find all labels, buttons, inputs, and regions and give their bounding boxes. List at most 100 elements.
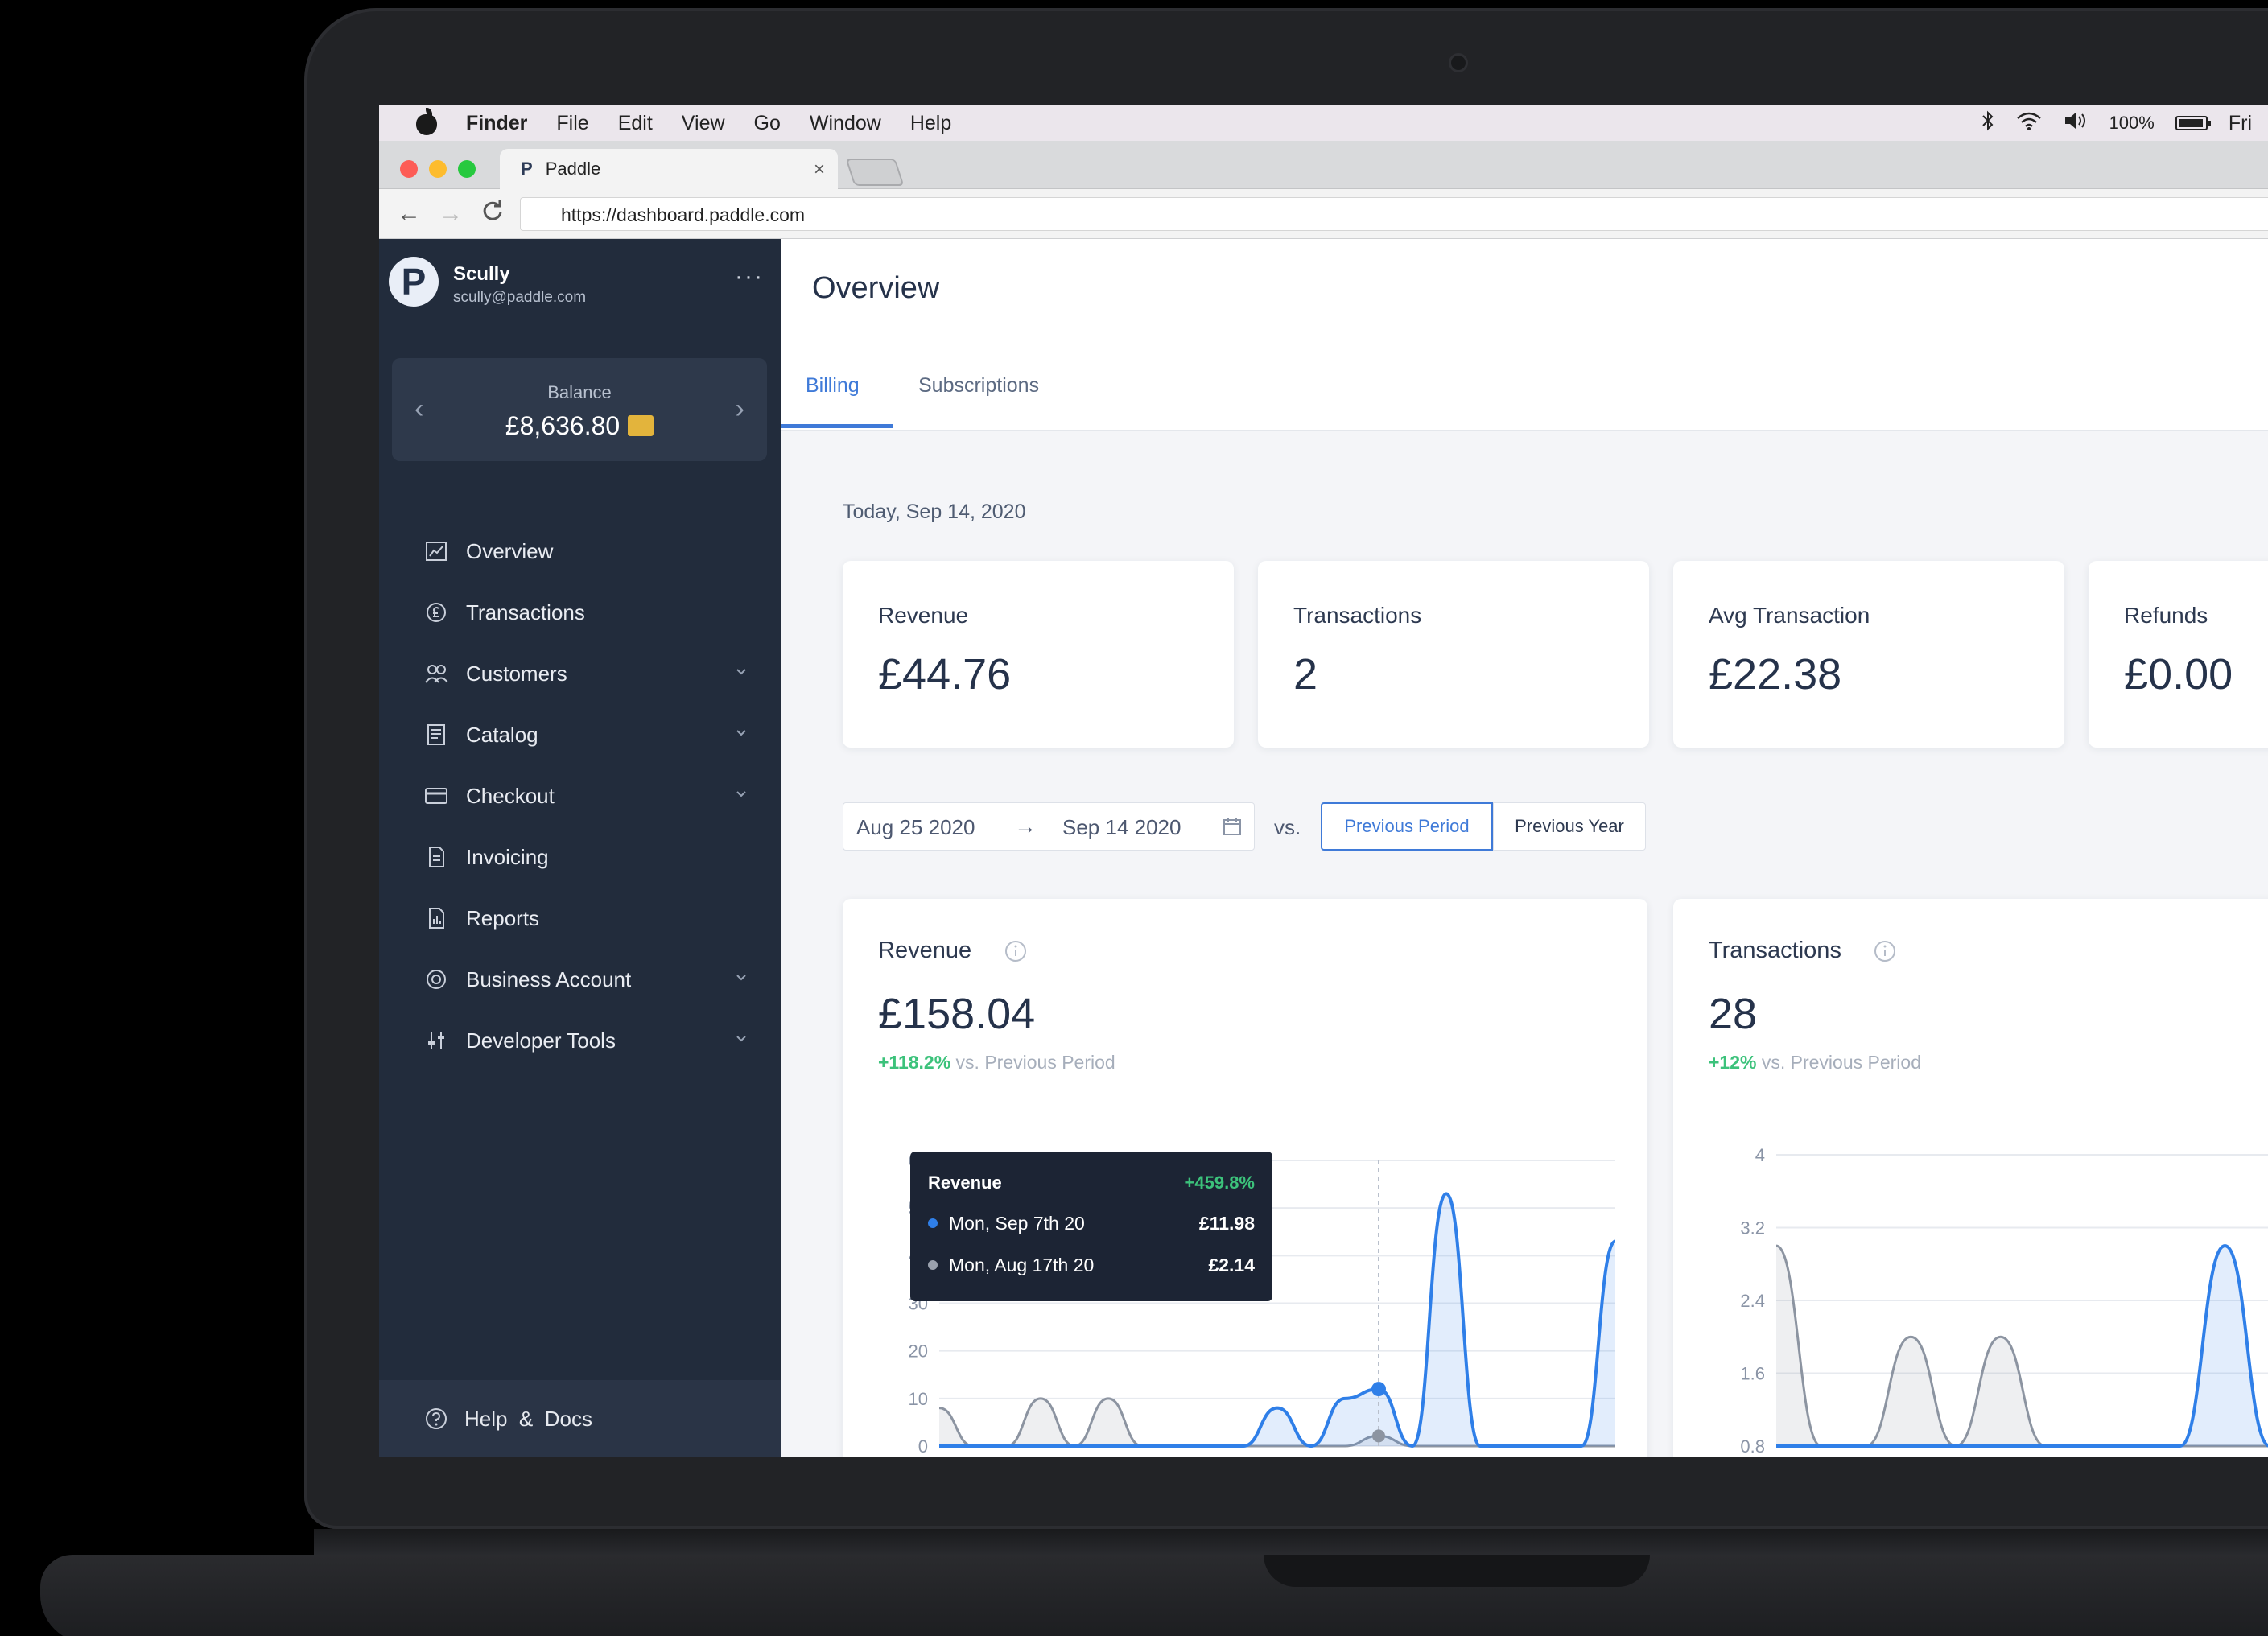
help-docs-link[interactable]: Help & Docs	[379, 1380, 781, 1457]
window-zoom-button[interactable]	[458, 160, 476, 178]
sidebar-item-catalog[interactable]: Catalog	[379, 704, 781, 765]
browser-tab[interactable]: P Paddle ×	[500, 149, 838, 189]
tooltip-row-label: Mon, Aug 17th 20	[949, 1255, 1095, 1275]
balance-next-icon[interactable]: ›	[736, 394, 744, 425]
today-date: Today, Sep 14, 2020	[843, 501, 1026, 523]
camera	[1449, 53, 1468, 72]
tooltip-change: +459.8%	[1184, 1172, 1255, 1193]
sidebar-item-label: Invoicing	[466, 844, 549, 869]
date-range-picker[interactable]: Aug 25 2020 → Sep 14 2020	[843, 802, 1255, 851]
tooltip-row-value: £2.14	[1208, 1255, 1255, 1275]
invoice-icon	[424, 845, 448, 869]
more-options-icon[interactable]: ···	[735, 263, 764, 291]
window-close-button[interactable]	[400, 160, 418, 178]
previous-period-button[interactable]: Previous Period	[1321, 802, 1493, 851]
account-email: scully@paddle.com	[453, 289, 587, 306]
chevron-down-icon	[733, 1028, 749, 1053]
paddle-logo: P	[389, 257, 439, 307]
stat-value: £44.76	[878, 650, 1012, 698]
menu-item-help[interactable]: Help	[910, 112, 951, 135]
report-icon	[424, 906, 448, 930]
y-tick-label: 20	[909, 1341, 928, 1362]
stat-value: £22.38	[1709, 650, 1842, 698]
stat-label: Revenue	[878, 603, 969, 628]
menu-item-view[interactable]: View	[682, 112, 725, 135]
stat-label: Transactions	[1293, 603, 1422, 628]
account-header[interactable]: P Scully scully@paddle.com ···	[379, 239, 781, 336]
y-tick-label: 0	[918, 1436, 928, 1457]
chevron-down-icon	[733, 722, 749, 747]
browser-toolbar: ← → https://dashboard.paddle.com	[379, 189, 2268, 239]
sidebar-nav: Overview Transactions Customers Catalog …	[379, 521, 781, 1071]
stat-card-refunds: Refunds £0.00	[2089, 561, 2268, 748]
chevron-down-icon	[733, 966, 749, 991]
catalog-icon	[424, 723, 448, 747]
account-name: Scully	[453, 263, 510, 285]
forward-icon[interactable]: →	[439, 200, 463, 228]
battery-percent: 100%	[2109, 113, 2155, 133]
compare-vs-label: vs.	[1274, 815, 1301, 839]
address-bar[interactable]: https://dashboard.paddle.com	[520, 197, 2268, 231]
tooltip-row-value: £11.98	[1198, 1213, 1255, 1234]
battery-icon[interactable]	[2175, 116, 2211, 130]
new-tab-button[interactable]	[845, 159, 905, 186]
balance-value: £8,636.80	[505, 411, 621, 440]
sidebar-item-customers[interactable]: Customers	[379, 643, 781, 704]
clock-day[interactable]: Fri	[2229, 112, 2252, 135]
help-docs-label: Help & Docs	[464, 1406, 592, 1431]
reload-icon[interactable]	[480, 200, 505, 229]
transactions-chart[interactable]: 43.22.41.60.8Aug 25Aug 30Sep 4Sep 9	[1673, 899, 2268, 1457]
browser-tab-title: Paddle	[545, 159, 601, 179]
arrow-right-icon: →	[1014, 814, 1037, 839]
tooltip-row-label: Mon, Sep 7th 20	[949, 1213, 1085, 1234]
wifi-icon[interactable]	[2016, 111, 2042, 135]
sidebar-item-invoicing[interactable]: Invoicing	[379, 826, 781, 888]
tab-billing[interactable]: Billing	[806, 374, 860, 398]
tooltip-row: Mon, Aug 17th 20 £2.14	[928, 1255, 1255, 1276]
main-content: Overview Billing Subscriptions Today, Se…	[781, 239, 2268, 1457]
sidebar-item-overview[interactable]: Overview	[379, 521, 781, 582]
sidebar-item-label: Developer Tools	[466, 1028, 616, 1053]
transactions-chart-card: Transactions 28 +12% vs. Previous Period…	[1673, 899, 2268, 1457]
bluetooth-icon[interactable]	[1981, 110, 1995, 136]
sidebar-item-checkout[interactable]: Checkout	[379, 765, 781, 826]
balance-value-row: £8,636.80	[392, 411, 767, 441]
menu-item-file[interactable]: File	[556, 112, 588, 135]
tab-subscriptions[interactable]: Subscriptions	[918, 374, 1039, 398]
apple-icon[interactable]	[411, 108, 443, 135]
y-tick-label: 2.4	[1740, 1291, 1765, 1311]
calendar-icon	[1222, 816, 1243, 837]
currency-flag-icon	[628, 414, 654, 436]
date-range-start: Aug 25 2020	[856, 815, 975, 839]
sidebar-item-label: Checkout	[466, 783, 555, 808]
sidebar-item-reports[interactable]: Reports	[379, 888, 781, 949]
date-range-end: Sep 14 2020	[1062, 815, 1181, 839]
menu-item-window[interactable]: Window	[810, 112, 881, 135]
stat-card-revenue: Revenue £44.76	[843, 561, 1234, 748]
menu-item-go[interactable]: Go	[754, 112, 781, 135]
tab-close-icon[interactable]: ×	[814, 159, 825, 181]
sidebar-item-developer-tools[interactable]: Developer Tools	[379, 1010, 781, 1071]
previous-year-button[interactable]: Previous Year	[1493, 802, 1646, 851]
laptop-base	[40, 1555, 2268, 1636]
tooltip-row: Mon, Sep 7th 20 £11.98	[928, 1213, 1255, 1234]
volume-icon[interactable]	[2063, 111, 2089, 135]
stat-card-transactions: Transactions 2	[1258, 561, 1649, 748]
sliders-icon	[424, 1028, 448, 1053]
window-minimize-button[interactable]	[429, 160, 447, 178]
chevron-down-icon	[733, 783, 749, 808]
sidebar-item-label: Transactions	[466, 600, 585, 624]
balance-label: Balance	[547, 382, 612, 402]
y-tick-label: 10	[909, 1389, 928, 1409]
sidebar-item-business-account[interactable]: Business Account	[379, 949, 781, 1010]
series-dot	[928, 1259, 938, 1270]
balance-widget: ‹ Balance £8,636.80 ›	[392, 358, 767, 461]
chart-icon	[424, 539, 448, 563]
sub-tabs: Billing Subscriptions	[781, 340, 2268, 431]
back-icon[interactable]: ←	[397, 200, 421, 228]
sidebar-item-transactions[interactable]: Transactions	[379, 582, 781, 643]
menu-item-edit[interactable]: Edit	[618, 112, 653, 135]
active-tab-indicator	[781, 424, 893, 428]
browser-tab-strip: P Paddle ×	[379, 141, 2268, 189]
menu-app-name[interactable]: Finder	[466, 112, 527, 135]
